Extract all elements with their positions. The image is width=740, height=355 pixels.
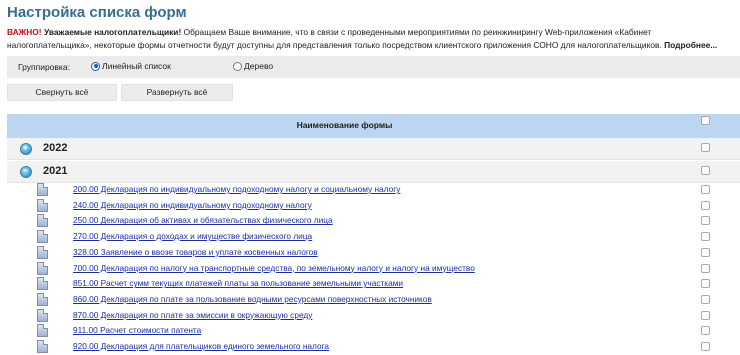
form-row: 870.00 Декларация по плате за эмиссии в …: [7, 308, 740, 324]
collapse-icon[interactable]: –: [20, 166, 32, 178]
form-checkbox[interactable]: [701, 279, 710, 289]
form-checkbox[interactable]: [701, 294, 710, 304]
document-icon: [37, 245, 48, 259]
year-label: 2022: [43, 142, 68, 154]
form-row: 250.00 Декларация об активах и обязатель…: [7, 213, 740, 229]
document-icon: [37, 324, 48, 338]
form-link[interactable]: 270.00 Декларация о доходах и имуществе …: [73, 231, 312, 241]
form-row: 860.00 Декларация по плате за пользовани…: [7, 292, 740, 308]
form-link[interactable]: 700.00 Декларация по налогу на транспорт…: [73, 263, 475, 273]
notice-more-link[interactable]: Подробнее...: [664, 40, 717, 50]
year-checkbox[interactable]: [701, 143, 710, 152]
expand-icon[interactable]: +: [20, 143, 32, 155]
form-checkbox[interactable]: [701, 216, 710, 226]
radio-linear-list-label: Линейный список: [102, 61, 171, 71]
form-checkbox[interactable]: [701, 200, 710, 210]
form-link[interactable]: 250.00 Декларация об активах и обязатель…: [73, 215, 333, 225]
form-link[interactable]: 240.00 Декларация по индивидуальному под…: [73, 200, 312, 210]
page-title: Настройка списка форм: [7, 4, 187, 21]
form-checkbox[interactable]: [701, 326, 710, 336]
expand-all-button[interactable]: Развернуть всё: [121, 84, 233, 101]
document-icon: [37, 183, 48, 196]
form-row: 700.00 Декларация по налогу на транспорт…: [7, 261, 740, 277]
radio-tree-label: Дерево: [244, 61, 274, 71]
form-row: 270.00 Декларация о доходах и имуществе …: [7, 229, 740, 245]
radio-tree-indicator[interactable]: [233, 61, 242, 71]
year-checkbox[interactable]: [701, 166, 710, 175]
document-icon: [37, 261, 48, 275]
form-row: 920.00 Декларация для плательщиков едино…: [7, 339, 740, 355]
form-row: 851.00 Расчет сумм текущих платежей плат…: [7, 276, 740, 292]
form-name-column-header: Наименование формы: [296, 120, 393, 130]
form-row: 240.00 Декларация по индивидуальному под…: [7, 198, 740, 214]
form-checkbox[interactable]: [701, 263, 710, 273]
year-group-2022[interactable]: + 2022: [7, 138, 740, 160]
form-link[interactable]: 920.00 Декларация для плательщиков едино…: [73, 341, 329, 351]
important-notice: ВАЖНО! Уважаемые налогоплательщики! Обра…: [7, 26, 735, 52]
document-icon: [37, 340, 48, 353]
form-link[interactable]: 911.00 Расчет стоимости патента: [73, 325, 201, 335]
radio-linear-list[interactable]: Линейный список: [91, 61, 171, 71]
grouping-label: Группировка:: [18, 62, 70, 72]
select-all-checkbox[interactable]: [701, 116, 710, 125]
year-group-2021[interactable]: – 2021: [7, 161, 740, 183]
document-icon: [37, 230, 48, 244]
form-checkbox[interactable]: [701, 342, 710, 351]
form-checkbox[interactable]: [701, 310, 710, 320]
year-label: 2021: [43, 165, 68, 177]
form-row: 911.00 Расчет стоимости патента: [7, 323, 740, 339]
table-header: Наименование формы: [7, 114, 740, 138]
notice-warning-label: ВАЖНО!: [7, 27, 42, 37]
radio-tree[interactable]: Дерево: [233, 61, 273, 71]
form-link[interactable]: 851.00 Расчет сумм текущих платежей плат…: [73, 278, 403, 288]
document-icon: [37, 198, 48, 212]
form-row: 328.00 Заявление о ввозе товаров и уплат…: [7, 245, 740, 261]
form-link[interactable]: 200.00 Декларация по индивидуальному под…: [73, 184, 400, 194]
form-checkbox[interactable]: [701, 185, 710, 194]
document-icon: [37, 292, 48, 306]
form-link[interactable]: 870.00 Декларация по плате за эмиссии в …: [73, 310, 312, 320]
form-checkbox[interactable]: [701, 232, 710, 242]
notice-greeting: Уважаемые налогоплательщики!: [43, 27, 182, 37]
collapse-all-button[interactable]: Свернуть всё: [7, 84, 117, 101]
grouping-bar: Группировка: Линейный список Дерево: [7, 56, 740, 78]
form-link[interactable]: 328.00 Заявление о ввозе товаров и уплат…: [73, 247, 318, 257]
form-row: 200.00 Декларация по индивидуальному под…: [7, 182, 740, 198]
form-checkbox[interactable]: [701, 247, 710, 257]
document-icon: [37, 277, 48, 291]
form-link[interactable]: 860.00 Декларация по плате за пользовани…: [73, 294, 432, 304]
radio-linear-list-indicator[interactable]: [91, 61, 100, 71]
document-icon: [37, 214, 48, 228]
document-icon: [37, 308, 48, 322]
